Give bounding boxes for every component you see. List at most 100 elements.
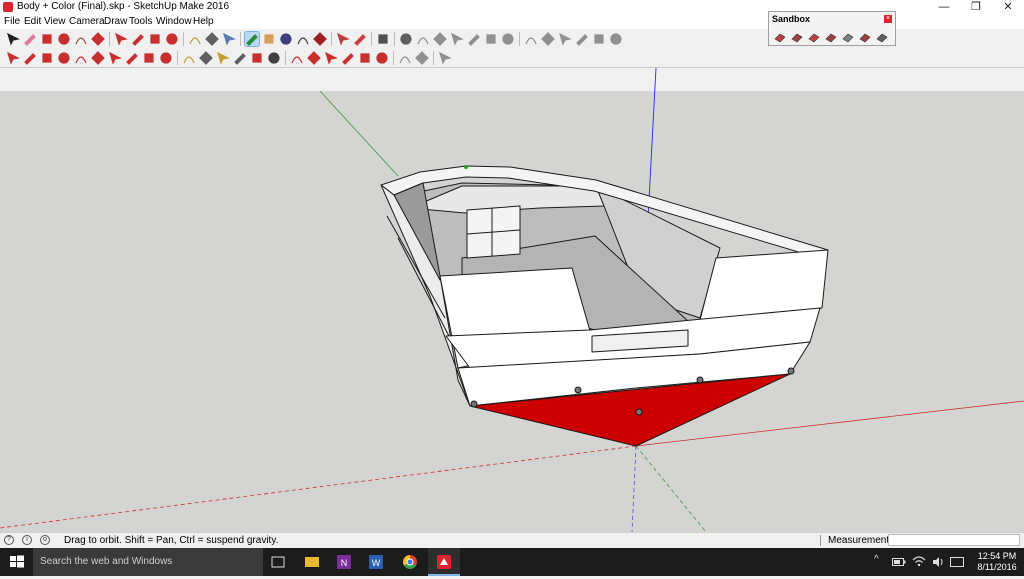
arc-tool-button[interactable] <box>57 32 71 46</box>
push-pull-tool-button[interactable] <box>91 32 105 46</box>
menu-camera[interactable]: Camera <box>69 16 105 27</box>
push-pull-tool-button[interactable] <box>307 51 321 65</box>
extension-tool-button[interactable] <box>353 32 367 46</box>
taskbar-onenote[interactable]: N <box>328 548 360 576</box>
xray-tool-button[interactable] <box>501 32 515 46</box>
tape-measure-tool-button[interactable] <box>182 51 196 65</box>
move-tool-button[interactable] <box>114 32 128 46</box>
section-cuts-tool-button[interactable] <box>438 51 452 65</box>
orbit-tool-button[interactable] <box>244 31 260 47</box>
zoom-extents-tool-button[interactable] <box>296 32 310 46</box>
warehouse-tool-button[interactable] <box>336 32 350 46</box>
modeling-viewport[interactable] <box>0 68 1024 532</box>
pie-tool-button[interactable] <box>159 51 173 65</box>
smoove-sandbox-button[interactable] <box>808 31 820 43</box>
from-contours-sandbox-button[interactable] <box>774 31 786 43</box>
measurements-input[interactable] <box>888 534 1020 546</box>
scale-tool-button[interactable] <box>358 51 372 65</box>
3d-text-tool-button[interactable] <box>267 51 281 65</box>
hidden-line-icon <box>559 32 572 46</box>
text-tool-button[interactable] <box>205 32 219 46</box>
taskbar-word[interactable]: W <box>360 548 392 576</box>
offset-tool-button[interactable] <box>375 51 389 65</box>
taskbar-sketchup[interactable] <box>428 548 460 576</box>
flip-edge-sandbox-button[interactable] <box>876 31 888 43</box>
minimize-button[interactable]: — <box>928 0 960 15</box>
eraser-tool-button[interactable] <box>23 32 37 46</box>
rotate-tool-button[interactable] <box>324 51 338 65</box>
arc-tool-button[interactable] <box>108 51 122 65</box>
iso-view-tool-button[interactable] <box>399 32 413 46</box>
layout-tool-button[interactable] <box>376 32 390 46</box>
offset-tool-button[interactable] <box>165 32 179 46</box>
drape-sandbox-button[interactable] <box>842 31 854 43</box>
rotate-tool-button[interactable] <box>131 32 145 46</box>
zoom-tool-button[interactable] <box>279 32 293 46</box>
start-button[interactable] <box>0 548 33 576</box>
taskbar-search-box[interactable]: Search the web and Windows <box>33 548 263 576</box>
from-scratch-sandbox-button[interactable] <box>791 31 803 43</box>
sandbox-close-button[interactable]: × <box>884 15 892 23</box>
user-account-icon[interactable]: o <box>40 535 50 545</box>
wireframe-tool-button[interactable] <box>541 32 555 46</box>
previous-view-tool-button[interactable] <box>313 32 327 46</box>
two-point-arc-tool-button[interactable] <box>125 51 139 65</box>
shaded-tool-button[interactable] <box>575 32 589 46</box>
taskbar-chrome[interactable] <box>394 548 426 576</box>
dimension-tool-button[interactable] <box>199 51 213 65</box>
protractor-tool-button[interactable] <box>216 51 230 65</box>
menu-help[interactable]: Help <box>193 16 214 27</box>
line-tool-button[interactable] <box>6 51 20 65</box>
pan-tool-button[interactable] <box>262 32 276 46</box>
volume-icon[interactable] <box>932 556 944 568</box>
task-view-button[interactable] <box>262 548 294 576</box>
taskbar-clock[interactable]: 12:54 PM 8/11/2016 <box>972 551 1022 573</box>
menu-file[interactable]: File <box>4 16 20 27</box>
pencil-line-tool-button[interactable] <box>40 32 54 46</box>
credits-icon[interactable]: i <box>22 535 32 545</box>
three-point-arc-tool-button[interactable] <box>142 51 156 65</box>
right-view-tool-button[interactable] <box>450 32 464 46</box>
axes-tool-button[interactable] <box>250 51 264 65</box>
input-language-icon[interactable] <box>950 556 964 568</box>
arc-icon <box>58 33 70 45</box>
rectangle-tool-button[interactable] <box>74 32 88 46</box>
front-view-tool-button[interactable] <box>433 32 447 46</box>
freehand-tool-button[interactable] <box>23 51 37 65</box>
taskbar-file-explorer[interactable] <box>296 548 328 576</box>
rotated-rectangle-tool-button[interactable] <box>57 51 71 65</box>
tape-measure-tool-button[interactable] <box>188 32 202 46</box>
battery-icon[interactable] <box>892 557 906 567</box>
tray-chevron-icon[interactable]: ^ <box>874 554 879 565</box>
back-edges-tool-button[interactable] <box>524 32 538 46</box>
top-view-tool-button[interactable] <box>416 32 430 46</box>
move-tool-button[interactable] <box>290 51 304 65</box>
polygon-tool-button[interactable] <box>91 51 105 65</box>
menu-window[interactable]: Window <box>156 16 192 27</box>
menu-draw[interactable]: Draw <box>104 16 127 27</box>
viewport-canvas[interactable] <box>0 68 1024 532</box>
monochrome-tool-button[interactable] <box>609 32 623 46</box>
hidden-line-tool-button[interactable] <box>558 32 572 46</box>
scale-tool-button[interactable] <box>148 32 162 46</box>
circle-tool-button[interactable] <box>74 51 88 65</box>
stamp-sandbox-button[interactable] <box>825 31 837 43</box>
display-sections-tool-button[interactable] <box>415 51 429 65</box>
rectangle-tool-button[interactable] <box>40 51 54 65</box>
menu-view[interactable]: View <box>44 16 66 27</box>
shaded-textures-tool-button[interactable] <box>592 32 606 46</box>
select-arrow-tool-button[interactable] <box>6 32 20 46</box>
text-tool-button[interactable] <box>233 51 247 65</box>
maximize-button[interactable]: ❐ <box>960 0 992 15</box>
menu-edit[interactable]: Edit <box>24 16 41 27</box>
menu-tools[interactable]: Tools <box>129 16 152 27</box>
add-detail-sandbox-button[interactable] <box>859 31 871 43</box>
follow-me-tool-button[interactable] <box>341 51 355 65</box>
geo-location-icon[interactable]: ? <box>4 535 14 545</box>
wifi-icon[interactable] <box>912 555 926 567</box>
back-view-tool-button[interactable] <box>467 32 481 46</box>
left-view-tool-button[interactable] <box>484 32 498 46</box>
section-plane-tool-button[interactable] <box>398 51 412 65</box>
close-button[interactable]: ✕ <box>992 0 1024 15</box>
paint-bucket-tool-button[interactable] <box>222 32 236 46</box>
